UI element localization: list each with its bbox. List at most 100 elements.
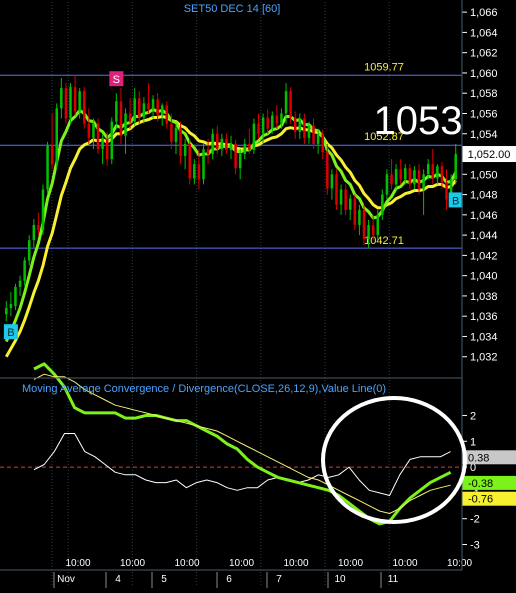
candle-body	[243, 143, 247, 155]
candle-body	[138, 98, 141, 118]
candle-body	[87, 123, 91, 138]
last-price-label: 1,052.00	[468, 149, 511, 161]
price-tick-label: 1,060	[470, 68, 498, 80]
macd-tick-label: -3	[470, 540, 480, 552]
time-tick-label: 10:00	[283, 558, 308, 569]
price-tick-label: 1,044	[470, 230, 498, 242]
macd-value-label: 0.38	[468, 452, 489, 464]
candle-body	[73, 87, 77, 112]
big-price-label: 1053	[374, 99, 463, 143]
price-tick-label: 1,042	[470, 250, 498, 262]
candle-body	[18, 280, 22, 287]
candle-body	[211, 133, 214, 155]
candle-body	[147, 103, 150, 110]
candle-body	[115, 101, 118, 122]
candle-body	[225, 138, 228, 150]
candle-body	[381, 194, 384, 215]
candle-body	[151, 99, 155, 110]
date-tick-label: 5	[161, 574, 167, 585]
candle-body	[23, 260, 26, 281]
candle-body	[119, 101, 123, 136]
candle-body	[362, 209, 366, 240]
chart-canvas: 1059.771052.871042.71 BSB 10:00 10:00 10:0…	[0, 0, 516, 588]
candle-body	[348, 198, 352, 210]
date-tick-label: 10	[334, 574, 346, 585]
candle-body	[41, 189, 45, 231]
candle-body	[358, 209, 361, 225]
macd-tick-label: 2	[470, 410, 476, 422]
reference-line-label: 1042.71	[364, 235, 404, 247]
candle-body	[220, 138, 224, 149]
candle-body	[298, 118, 302, 132]
background	[0, 0, 516, 588]
price-tick-label: 1,064	[470, 27, 498, 39]
price-tick-label: 1,066	[470, 7, 498, 19]
candle-body	[445, 182, 448, 200]
candle-body	[165, 105, 169, 124]
time-tick-label: 10:00	[120, 558, 145, 569]
candle-body	[266, 117, 269, 129]
candle-body	[156, 99, 159, 116]
candle-body	[183, 143, 187, 157]
date-tick-label: 7	[276, 574, 282, 585]
candle-body	[229, 143, 233, 150]
candle-body	[142, 103, 146, 118]
signal-label: B	[452, 195, 459, 207]
candle-body	[46, 145, 49, 190]
candle-body	[193, 164, 196, 179]
candle-body	[179, 127, 182, 157]
candle-body	[335, 174, 338, 205]
time-tick-label: 10:00	[65, 558, 90, 569]
candle-body	[408, 168, 412, 185]
macd-value-label: -0.38	[468, 478, 493, 490]
price-tick-label: 1,050	[470, 169, 498, 181]
candle-body	[14, 286, 17, 307]
candle-body	[293, 117, 297, 132]
macd-title: Moving Average Convergence / Divergence(…	[22, 383, 386, 395]
candle-body	[92, 123, 95, 138]
candle-body	[133, 98, 136, 122]
candle-body	[96, 123, 100, 149]
time-tick-label: 10:00	[392, 558, 417, 569]
candle-body	[280, 113, 283, 124]
candle-body	[197, 164, 201, 180]
price-tick-label: 1,040	[470, 271, 498, 283]
candle-body	[321, 133, 324, 152]
candle-body	[326, 152, 329, 189]
time-tick-label: 10:00	[229, 558, 254, 569]
macd-tick-label: -2	[470, 514, 480, 526]
macd-tick-label: 1	[470, 436, 476, 448]
candle-body	[431, 164, 435, 179]
candle-body	[422, 174, 425, 190]
candle-body	[417, 170, 421, 190]
price-tick-label: 1,048	[470, 190, 498, 202]
date-tick-label: 4	[115, 574, 121, 585]
candle-body	[289, 91, 292, 118]
candle-body	[188, 143, 191, 179]
candle-body	[128, 113, 132, 122]
candle-body	[105, 138, 109, 160]
candle-body	[399, 169, 402, 180]
price-tick-label: 1,036	[470, 311, 498, 323]
price-tick-label: 1,032	[470, 352, 498, 364]
candle-body	[271, 115, 274, 129]
candle-body	[238, 154, 242, 169]
candle-body	[101, 138, 104, 149]
candle-body	[124, 113, 127, 136]
signal-label: S	[113, 74, 120, 86]
price-tick-label: 1,054	[470, 129, 498, 141]
candle-body	[234, 143, 237, 169]
candle-body	[316, 133, 320, 144]
chart-title: SET50 DEC 14 [60]	[184, 3, 281, 15]
candle-body	[436, 166, 439, 179]
candle-body	[248, 143, 251, 150]
candle-body	[202, 148, 205, 180]
candle-body	[413, 170, 416, 185]
candle-body	[440, 166, 444, 183]
time-tick-label: 10:00	[174, 558, 199, 569]
candle-body	[110, 121, 114, 160]
candle-body	[206, 148, 210, 155]
candle-body	[60, 88, 63, 109]
candle-body	[394, 169, 398, 185]
candle-body	[64, 88, 68, 119]
